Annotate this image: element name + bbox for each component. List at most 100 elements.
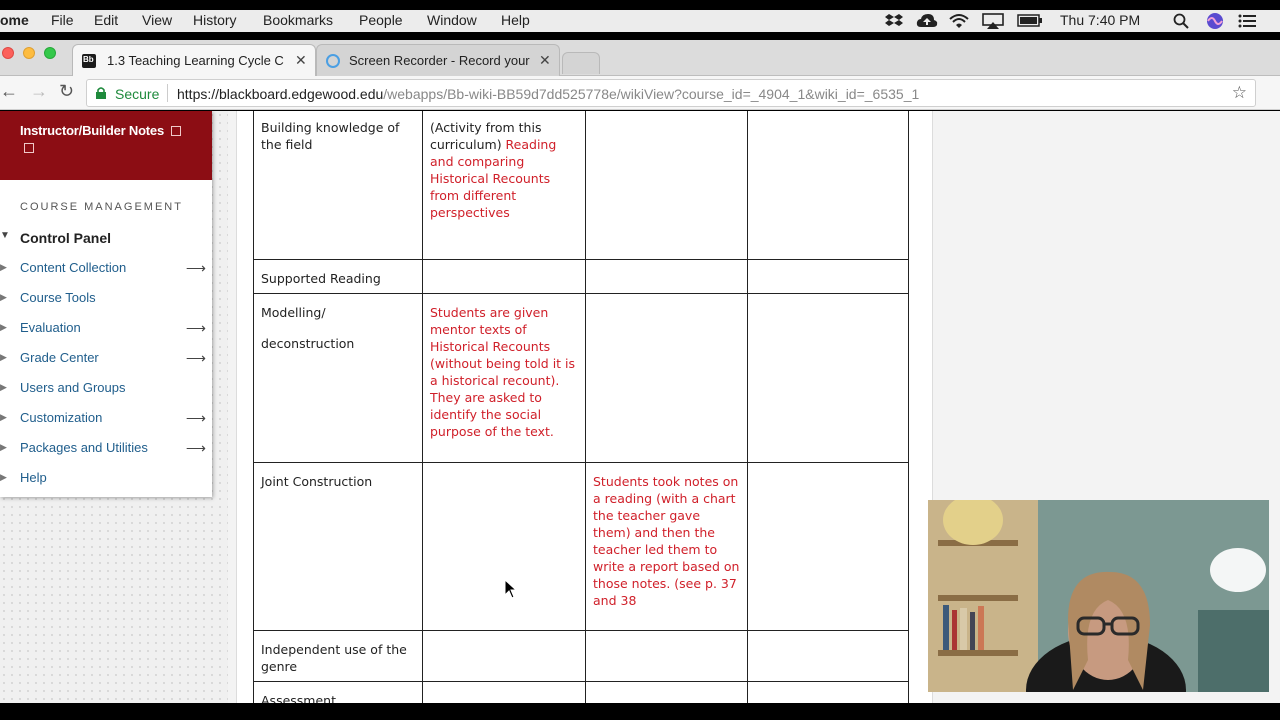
sidebar-item-content-collection[interactable]: Content Collection — [20, 260, 126, 275]
lock-icon — [96, 87, 106, 99]
table-cell-empty — [422, 462, 586, 631]
arrow-right-icon[interactable]: ⟶ — [186, 320, 206, 337]
menu-app-name[interactable]: ome — [0, 12, 29, 28]
forward-arrow-icon[interactable]: → — [30, 81, 48, 102]
webcam-video-image — [928, 500, 1269, 692]
table-row: Joint Construction Students took notes o… — [253, 462, 909, 631]
back-arrow-icon[interactable]: ← — [0, 81, 18, 102]
stage-text-cont: deconstruction — [261, 336, 355, 351]
airplay-icon[interactable] — [982, 13, 1004, 29]
arrow-right-icon[interactable]: ⟶ — [186, 410, 206, 427]
course-menu: Instructor/Builder Notes COURSE MANAGEME… — [0, 111, 212, 497]
sidebar-item-packages-and-utilities[interactable]: Packages and Utilities — [20, 440, 148, 455]
edit-icon[interactable] — [171, 126, 181, 136]
table-cell-empty — [747, 293, 909, 463]
table-cell-empty — [422, 681, 586, 703]
sidebar-item-evaluation[interactable]: Evaluation — [20, 320, 81, 335]
notification-center-icon[interactable] — [1238, 14, 1256, 28]
webcam-overlay — [928, 500, 1269, 692]
expand-triangle-icon[interactable]: ▶ — [0, 382, 7, 393]
expand-triangle-icon[interactable]: ▶ — [0, 442, 7, 453]
tab-screen-recorder[interactable]: Screen Recorder - Record your ✕ — [316, 44, 560, 76]
arrow-right-icon[interactable]: ⟶ — [186, 350, 206, 367]
menu-people[interactable]: People — [359, 12, 403, 28]
table-cell-activity: Students took notes on a reading (with a… — [585, 462, 748, 631]
table-cell-empty — [585, 293, 748, 463]
siri-icon[interactable] — [1206, 12, 1224, 30]
table-cell-activity: Students are given mentor texts of Histo… — [422, 293, 586, 463]
menu-view[interactable]: View — [142, 12, 172, 28]
table-cell-activity: (Activity from this curriculum) Reading … — [422, 111, 586, 260]
reload-icon[interactable]: ↻ — [59, 81, 74, 102]
menu-window[interactable]: Window — [427, 12, 477, 28]
tab-teaching-learning-cycle[interactable]: Bb 1.3 Teaching Learning Cycle C ✕ — [72, 44, 316, 76]
menu-bookmarks[interactable]: Bookmarks — [263, 12, 333, 28]
table-cell-empty — [747, 111, 909, 260]
cloud-upload-icon[interactable] — [916, 13, 938, 29]
tab-close-icon[interactable]: ✕ — [539, 52, 551, 69]
tab-title: 1.3 Teaching Learning Cycle C — [107, 53, 284, 68]
close-window-icon[interactable] — [2, 47, 14, 59]
menu-history[interactable]: History — [193, 12, 237, 28]
dropbox-icon[interactable] — [885, 13, 903, 29]
tab-title: Screen Recorder - Record your — [349, 53, 530, 68]
secure-label: Secure — [115, 86, 160, 102]
course-menu-link-instructor-notes[interactable]: Instructor/Builder Notes — [20, 123, 164, 138]
arrow-right-icon[interactable]: ⟶ — [186, 440, 206, 457]
table-cell-empty — [585, 111, 748, 260]
table-cell-empty — [422, 630, 586, 682]
table-cell-stage: Modelling/deconstruction — [253, 293, 423, 463]
table-cell-empty — [747, 681, 909, 703]
battery-icon[interactable] — [1017, 13, 1043, 28]
video-letterbox-bottom — [0, 703, 1280, 720]
table-row: Modelling/deconstruction Students are gi… — [253, 293, 909, 463]
collapse-triangle-icon[interactable]: ▼ — [0, 230, 10, 241]
arrow-right-icon[interactable]: ⟶ — [186, 260, 206, 277]
expand-triangle-icon[interactable]: ▶ — [0, 262, 7, 273]
sidebar-item-users-and-groups[interactable]: Users and Groups — [20, 380, 126, 395]
table-row: Independent use of the genre — [253, 630, 909, 682]
sidebar-item-customization[interactable]: Customization — [20, 410, 102, 425]
table-row: Assessment — [253, 681, 909, 703]
table-cell-stage: Assessment — [253, 681, 423, 703]
macos-menu-bar: ome File Edit View History Bookmarks Peo… — [0, 0, 1280, 40]
course-menu-header: Instructor/Builder Notes — [0, 111, 212, 180]
sidebar-item-grade-center[interactable]: Grade Center — [20, 350, 99, 365]
menu-file[interactable]: File — [51, 12, 74, 28]
table-cell-empty — [585, 681, 748, 703]
options-icon[interactable] — [24, 143, 34, 153]
mouse-cursor-icon — [504, 579, 518, 599]
menu-edit[interactable]: Edit — [94, 12, 118, 28]
tab-close-icon[interactable]: ✕ — [295, 52, 307, 69]
table-cell-stage: Joint Construction — [253, 462, 423, 631]
expand-triangle-icon[interactable]: ▶ — [0, 472, 7, 483]
address-bar[interactable]: Secure https://blackboard.edgewood.edu/w… — [86, 79, 1256, 107]
table-row: Supported Reading — [253, 259, 909, 294]
table-cell-stage: Independent use of the genre — [253, 630, 423, 682]
table-cell-empty — [585, 259, 748, 294]
bookmark-star-icon[interactable]: ☆ — [1232, 83, 1247, 103]
browser-toolbar: ← → ↻ Secure https://blackboard.edgewood… — [0, 76, 1280, 110]
screen-recorder-favicon-icon — [326, 54, 340, 68]
url-text[interactable]: https://blackboard.edgewood.edu/webapps/… — [177, 86, 919, 102]
expand-triangle-icon[interactable]: ▶ — [0, 412, 7, 423]
new-tab-button[interactable] — [562, 52, 600, 74]
minimize-window-icon[interactable] — [23, 47, 35, 59]
expand-triangle-icon[interactable]: ▶ — [0, 292, 7, 303]
menu-clock[interactable]: Thu 7:40 PM — [1060, 12, 1140, 28]
expand-triangle-icon[interactable]: ▶ — [0, 352, 7, 363]
expand-triangle-icon[interactable]: ▶ — [0, 322, 7, 333]
table-cell-empty — [747, 259, 909, 294]
table-cell-empty — [747, 462, 909, 631]
wiki-content: Building knowledge of the field (Activit… — [236, 111, 933, 703]
table-cell-stage: Building knowledge of the field — [253, 111, 423, 260]
sidebar-item-course-tools[interactable]: Course Tools — [20, 290, 96, 305]
maximize-window-icon[interactable] — [44, 47, 56, 59]
browser-tab-bar: Bb 1.3 Teaching Learning Cycle C ✕ Scree… — [0, 40, 1280, 76]
control-panel-heading[interactable]: Control Panel — [20, 230, 111, 246]
spotlight-search-icon[interactable] — [1173, 13, 1189, 29]
wifi-icon[interactable] — [949, 13, 969, 29]
sidebar-item-help[interactable]: Help — [20, 470, 47, 485]
menu-help[interactable]: Help — [501, 12, 530, 28]
table-cell-empty — [747, 630, 909, 682]
